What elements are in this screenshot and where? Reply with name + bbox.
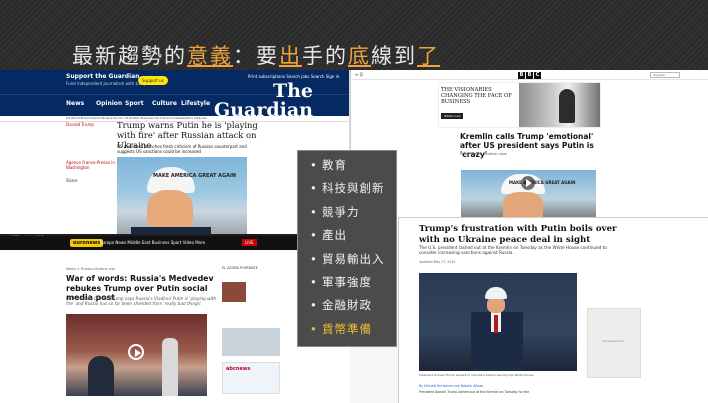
advertisement-banner[interactable]: THE VISIONARIES CHANGING THE FACE OF BUS… xyxy=(438,82,601,128)
nav-culture[interactable]: Culture xyxy=(152,100,177,107)
nav-lifestyle[interactable]: Lifestyle xyxy=(181,100,210,107)
face-shape xyxy=(503,192,543,218)
guard-shape xyxy=(162,338,178,396)
article-byline: Laura Gozzi & Jonathan Lahm xyxy=(460,152,508,156)
section-label[interactable]: Donald Trump xyxy=(66,122,94,127)
factor-item: 軍事強度 xyxy=(310,274,396,297)
sidebar-thumbnail[interactable] xyxy=(222,328,280,356)
menu-icon[interactable]: ≡ Q xyxy=(355,72,363,77)
article-body: President Donald Trump lashed out at the… xyxy=(419,390,530,394)
logo-letter: B xyxy=(526,72,533,79)
wapo-article-screenshot: Trump's frustration with Putin boils ove… xyxy=(398,217,708,403)
logo-letter: B xyxy=(518,72,525,79)
logo-letter: C xyxy=(534,72,541,79)
photo-caption: President Donald Trump speaks to reporte… xyxy=(419,373,535,377)
factor-item: 科技與創新 xyxy=(310,180,396,203)
factor-list-box: 教育 科技與創新 競爭力 產出 貿易輸出入 軍事強度 金融財政 貨幣準備 xyxy=(297,150,397,347)
face-shape xyxy=(487,297,505,313)
nav-opinion[interactable]: Opinion xyxy=(96,100,122,107)
play-icon[interactable] xyxy=(521,176,535,190)
support-button[interactable]: Support us xyxy=(138,76,168,85)
nav-sport[interactable]: Sport xyxy=(125,100,144,107)
title-part: 線到 xyxy=(371,44,417,68)
factor-item: 教育 xyxy=(310,157,396,180)
ad-person xyxy=(559,89,575,123)
article-summary: US President Donald Trump says Russia's … xyxy=(66,296,217,307)
article-date: Updated May 27, 2025 xyxy=(419,260,456,264)
factor-list: 教育 科技與創新 競爭力 產出 貿易輸出入 軍事強度 金融財政 貨幣準備 xyxy=(310,157,396,344)
tie-shape xyxy=(494,315,498,333)
guardian-logo[interactable]: The Guardian xyxy=(214,82,313,120)
breadcrumb[interactable]: News > Russia-Ukraine war xyxy=(66,267,116,271)
article-byline[interactable]: Agence France-Presse in Washington xyxy=(66,160,116,170)
slide-title: 最新趨勢的意義：要出手的底線到了 xyxy=(72,40,440,70)
live-button[interactable]: LIVE xyxy=(242,239,257,246)
title-part: 手的 xyxy=(302,44,348,68)
bbc-logo[interactable]: B B C xyxy=(518,72,541,79)
title-highlight: 出 xyxy=(279,44,302,68)
advertisement: Advertisement xyxy=(587,308,641,378)
article-photo xyxy=(419,273,577,371)
article-photo[interactable]: MAKE AMERICA GREAT AGAIN xyxy=(461,170,596,218)
top-links[interactable]: Print subscriptions Search jobs Search S… xyxy=(248,74,339,79)
share-button[interactable]: Share xyxy=(66,178,78,183)
euronews-logo[interactable]: euronews xyxy=(70,239,104,247)
article-standfirst: US president launches fresh criticism of… xyxy=(117,144,247,154)
cap-text: MAKE AMERICA GREAT AGAIN xyxy=(509,180,576,185)
logo-line2: Guardian xyxy=(214,99,313,121)
euronews-nav[interactable]: Europe News Middle East Business Sport V… xyxy=(100,240,205,245)
title-highlight: 意義 xyxy=(187,44,233,68)
factor-item: 貿易輸出入 xyxy=(310,251,396,274)
author-links[interactable]: By Michael Birnbaum and Natalie Allison xyxy=(419,384,484,388)
article-photo[interactable] xyxy=(66,314,207,396)
nav-news[interactable]: News xyxy=(66,100,84,107)
play-icon[interactable] xyxy=(128,344,144,360)
ad-button[interactable]: Watch now xyxy=(441,113,464,119)
cap-shape xyxy=(485,287,507,299)
advertisement[interactable]: abcnews xyxy=(222,362,280,394)
title-highlight: 底 xyxy=(348,44,371,68)
factor-item-highlighted: 貨幣準備 xyxy=(310,321,396,344)
support-title: Support the Guardian xyxy=(66,73,140,80)
bbc-article-screenshot: ≡ Q B B C Register THE VISIONARIES CHANG… xyxy=(350,70,708,218)
bbc-header: ≡ Q B B C Register xyxy=(351,70,708,80)
factor-item: 競爭力 xyxy=(310,204,396,227)
ad-label: Advertisement xyxy=(602,339,625,343)
factor-item: 產出 xyxy=(310,227,396,250)
person-shape xyxy=(88,356,114,396)
factor-item: 金融財政 xyxy=(310,297,396,320)
register-button[interactable]: Register xyxy=(650,72,680,78)
title-part: 最新趨勢的 xyxy=(72,44,187,68)
ad-text: THE VISIONARIES CHANGING THE FACE OF BUS… xyxy=(441,87,512,105)
title-highlight: 了 xyxy=(417,44,440,68)
sidebar-heading: EL AZORA PORTANTE xyxy=(222,266,258,270)
cap-text: MAKE AMERICA GREAT AGAIN xyxy=(153,173,237,179)
sidebar-thumbnail[interactable] xyxy=(222,282,246,302)
title-part: ：要 xyxy=(233,44,279,68)
article-headline: Trump's frustration with Putin boils ove… xyxy=(419,224,617,245)
article-summary: The U.S. president lashed out at the Kre… xyxy=(419,245,607,256)
